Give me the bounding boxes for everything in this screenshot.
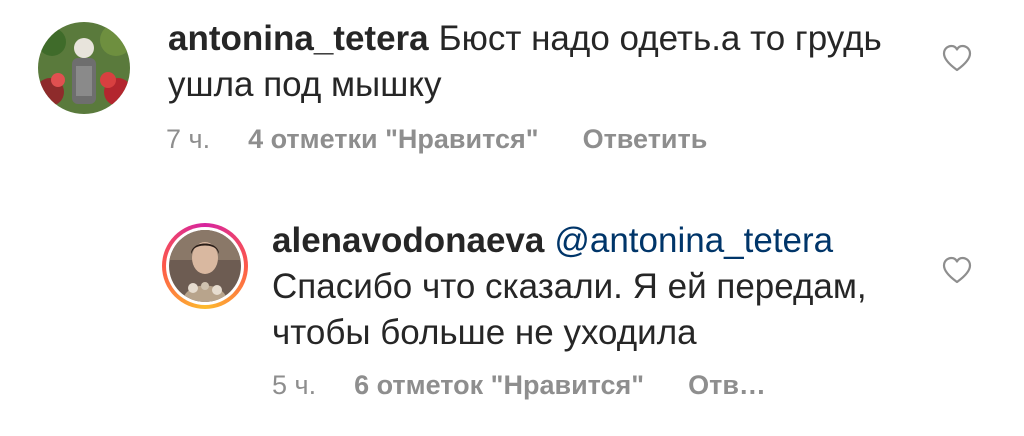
comment-text: alenavodonaeva @antonina_tetera Спасибо чт… <box>272 218 932 356</box>
heart-outline-icon[interactable] <box>941 255 973 285</box>
reply-button[interactable]: Отв… <box>688 370 766 400</box>
avatar[interactable] <box>169 230 241 302</box>
comment-time: 5 ч. <box>272 370 317 400</box>
comment-meta: 7 ч. 4 отметки "Нравится" Ответить <box>166 124 707 155</box>
reply-button[interactable]: Ответить <box>583 124 708 154</box>
comment-username[interactable]: antonina_tetera <box>168 19 429 58</box>
comment-username[interactable]: alenavodonaeva <box>272 221 544 260</box>
reply-comment: alenavodonaeva @antonina_tetera Спасибо чт… <box>0 190 1024 436</box>
likes-count-link[interactable]: 4 отметки "Нравится" <box>248 124 538 154</box>
heart-outline-icon[interactable] <box>941 43 973 73</box>
comment-text: antonina_tetera Бюст надо одеть.а то груд… <box>168 16 928 108</box>
comment-meta: 5 ч. 6 отметок "Нравится" Отв… <box>272 370 766 401</box>
comment-time: 7 ч. <box>166 124 211 154</box>
likes-count-link[interactable]: 6 отметок "Нравится" <box>354 370 644 400</box>
comment-body: Спасибо что сказали. Я ей передам, чтобы… <box>272 267 867 352</box>
avatar[interactable] <box>38 22 130 114</box>
mention-link[interactable]: @antonina_tetera <box>554 221 833 260</box>
comment: antonina_tetera Бюст надо одеть.а то груд… <box>0 0 1024 190</box>
